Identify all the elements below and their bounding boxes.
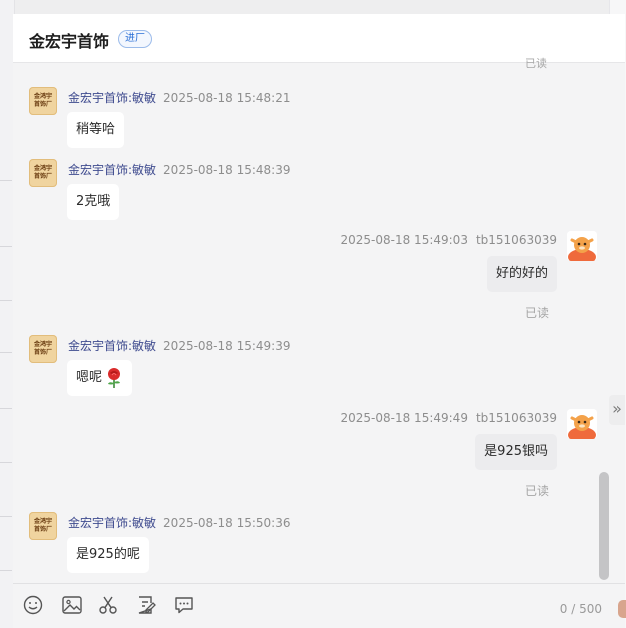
shop-avatar-text: 金鸿宇首饰厂 bbox=[33, 341, 52, 356]
sender-name: tb151063039 bbox=[475, 411, 557, 425]
image-button[interactable] bbox=[60, 593, 84, 617]
screenshot-button[interactable] bbox=[96, 593, 120, 617]
read-status: 已读 bbox=[524, 484, 549, 498]
rose-icon bbox=[108, 368, 121, 388]
image-icon bbox=[62, 596, 82, 614]
chat-window: 金宏宇首饰 进厂 已读 金鸿宇首饰厂 金宏宇首饰:敏敏 2025-08-18 15… bbox=[13, 14, 625, 628]
quick-reply-button[interactable] bbox=[172, 593, 196, 617]
read-status: 已读 bbox=[525, 57, 547, 70]
message-meta: 金宏宇首饰:敏敏 2025-08-18 15:50:36 bbox=[68, 514, 291, 531]
shop-avatar-text: 金鸿宇首饰厂 bbox=[33, 93, 52, 108]
background-divider bbox=[0, 462, 12, 463]
message-bubble[interactable]: 好的好的 bbox=[486, 256, 557, 292]
sender-name: 金宏宇首饰:敏敏 bbox=[68, 516, 157, 530]
cartoon-avatar-icon bbox=[567, 409, 597, 439]
message-time: 2025-08-18 15:49:49 bbox=[340, 411, 468, 425]
shop-avatar[interactable]: 金鸿宇首饰厂 bbox=[29, 335, 57, 363]
background-divider bbox=[0, 352, 12, 353]
double-chevron-right-icon: » bbox=[612, 399, 622, 418]
message-meta: 金宏宇首饰:敏敏 2025-08-18 15:49:39 bbox=[68, 337, 291, 354]
cartoon-avatar-icon bbox=[567, 231, 597, 261]
background-divider bbox=[0, 300, 12, 301]
message-meta: 2025-08-18 15:49:03 tb151063039 bbox=[341, 233, 558, 247]
char-counter: 0 / 500 bbox=[559, 602, 602, 616]
shop-avatar-text: 金鸿宇首饰厂 bbox=[33, 518, 52, 533]
message-time: 2025-08-18 15:49:39 bbox=[163, 339, 291, 353]
expand-panel-button[interactable]: » bbox=[609, 395, 625, 425]
message-time: 2025-08-18 15:48:21 bbox=[163, 91, 291, 105]
message-meta: 金宏宇首饰:敏敏 2025-08-18 15:48:39 bbox=[68, 161, 291, 178]
message-bubble[interactable]: 稍等哈 bbox=[67, 112, 125, 148]
background-divider bbox=[0, 408, 12, 409]
sender-name: 金宏宇首饰:敏敏 bbox=[68, 163, 157, 177]
edit-note-icon bbox=[138, 596, 156, 614]
message-text: 嗯呢 bbox=[76, 370, 103, 385]
emoji-button[interactable] bbox=[21, 593, 45, 617]
sender-name: 金宏宇首饰:敏敏 bbox=[68, 91, 157, 105]
emoji-icon bbox=[23, 595, 43, 615]
message-meta: 金宏宇首饰:敏敏 2025-08-18 15:48:21 bbox=[68, 89, 291, 106]
message-time: 2025-08-18 15:49:03 bbox=[340, 233, 468, 247]
user-avatar[interactable] bbox=[567, 231, 597, 261]
scrollbar-thumb[interactable] bbox=[599, 472, 609, 580]
edit-note-button[interactable] bbox=[134, 593, 158, 617]
shop-name[interactable]: 金宏宇首饰 bbox=[29, 28, 109, 52]
scissors-icon bbox=[99, 596, 117, 614]
message-meta: 2025-08-18 15:49:49 tb151063039 bbox=[341, 411, 558, 425]
background-top-strip bbox=[0, 0, 626, 14]
input-toolbar: 0 / 500 bbox=[13, 583, 625, 628]
read-status: 已读 bbox=[524, 306, 549, 320]
message-time: 2025-08-18 15:50:36 bbox=[163, 516, 291, 530]
shop-avatar[interactable]: 金鸿宇首饰厂 bbox=[29, 159, 57, 187]
chat-bubble-icon bbox=[175, 597, 193, 614]
message-bubble[interactable]: 是925的呢 bbox=[67, 537, 149, 573]
message-bubble[interactable]: 是925银吗 bbox=[475, 434, 557, 470]
shop-avatar[interactable]: 金鸿宇首饰厂 bbox=[29, 512, 57, 540]
background-divider bbox=[0, 516, 12, 517]
message-bubble[interactable]: 2克哦 bbox=[67, 184, 120, 220]
background-divider bbox=[0, 246, 12, 247]
sender-name: 金宏宇首饰:敏敏 bbox=[68, 339, 157, 353]
sender-name: tb151063039 bbox=[475, 233, 557, 247]
background-avatar bbox=[618, 600, 626, 618]
background-divider bbox=[0, 180, 12, 181]
message-list[interactable]: 已读 金鸿宇首饰厂 金宏宇首饰:敏敏 2025-08-18 15:48:21 稍等… bbox=[13, 57, 611, 583]
shop-badge: 进厂 bbox=[118, 30, 152, 48]
message-bubble[interactable]: 嗯呢 bbox=[67, 360, 133, 396]
shop-avatar-text: 金鸿宇首饰厂 bbox=[33, 165, 52, 180]
shop-avatar[interactable]: 金鸿宇首饰厂 bbox=[29, 87, 57, 115]
background-divider bbox=[0, 570, 12, 571]
user-avatar[interactable] bbox=[567, 409, 597, 439]
message-time: 2025-08-18 15:48:39 bbox=[163, 163, 291, 177]
